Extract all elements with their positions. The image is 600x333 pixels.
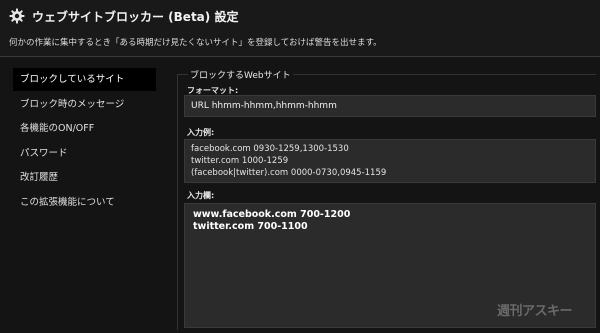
- publisher-watermark: 週刊アスキー: [497, 304, 573, 319]
- header-divider: [0, 56, 600, 57]
- sidebar-item-password[interactable]: パスワード: [13, 142, 156, 165]
- header: ウェブサイトブロッカー (Beta) 設定 何かの作業に集中するとき「ある時期だ…: [0, 0, 600, 56]
- input-line: www.facebook.com 700-1200: [193, 209, 351, 220]
- example-display: facebook.com 0930-1259,1300-1530 twitter…: [184, 139, 596, 183]
- page-title: ウェブサイトブロッカー (Beta) 設定: [32, 10, 239, 24]
- sidebar-item-blocked-sites[interactable]: ブロックしているサイト: [13, 68, 156, 91]
- example-label: 入力例:: [187, 128, 215, 137]
- sidebar: ブロックしているサイト ブロック時のメッセージ 各機能のON/OFF パスワード…: [13, 68, 156, 215]
- format-value: URL hhmm-hhmm,hhmm-hhmm: [191, 101, 337, 111]
- example-line: facebook.com 0930-1259,1300-1530: [191, 144, 349, 154]
- format-display: URL hhmm-hhmm,hhmm-hhmm: [184, 95, 596, 117]
- sidebar-item-changelog[interactable]: 改訂履歴: [13, 166, 156, 189]
- gear-icon: [9, 8, 25, 24]
- page-subtitle: 何かの作業に集中するとき「ある時期だけ見たくないサイト」を登録しておけば警告を出…: [9, 38, 382, 48]
- input-line: twitter.com 700-1100: [193, 221, 308, 232]
- sidebar-item-about[interactable]: この拡張機能について: [13, 191, 156, 214]
- example-line: (facebook|twitter).com 0000-0730,0945-11…: [191, 168, 387, 178]
- sidebar-item-feature-toggle[interactable]: 各機能のON/OFF: [13, 117, 156, 140]
- example-line: twitter.com 1000-1259: [191, 156, 289, 166]
- fieldset-legend: ブロックするWebサイト: [188, 68, 293, 81]
- input-label: 入力欄:: [187, 191, 215, 200]
- sidebar-item-block-message[interactable]: ブロック時のメッセージ: [13, 93, 156, 116]
